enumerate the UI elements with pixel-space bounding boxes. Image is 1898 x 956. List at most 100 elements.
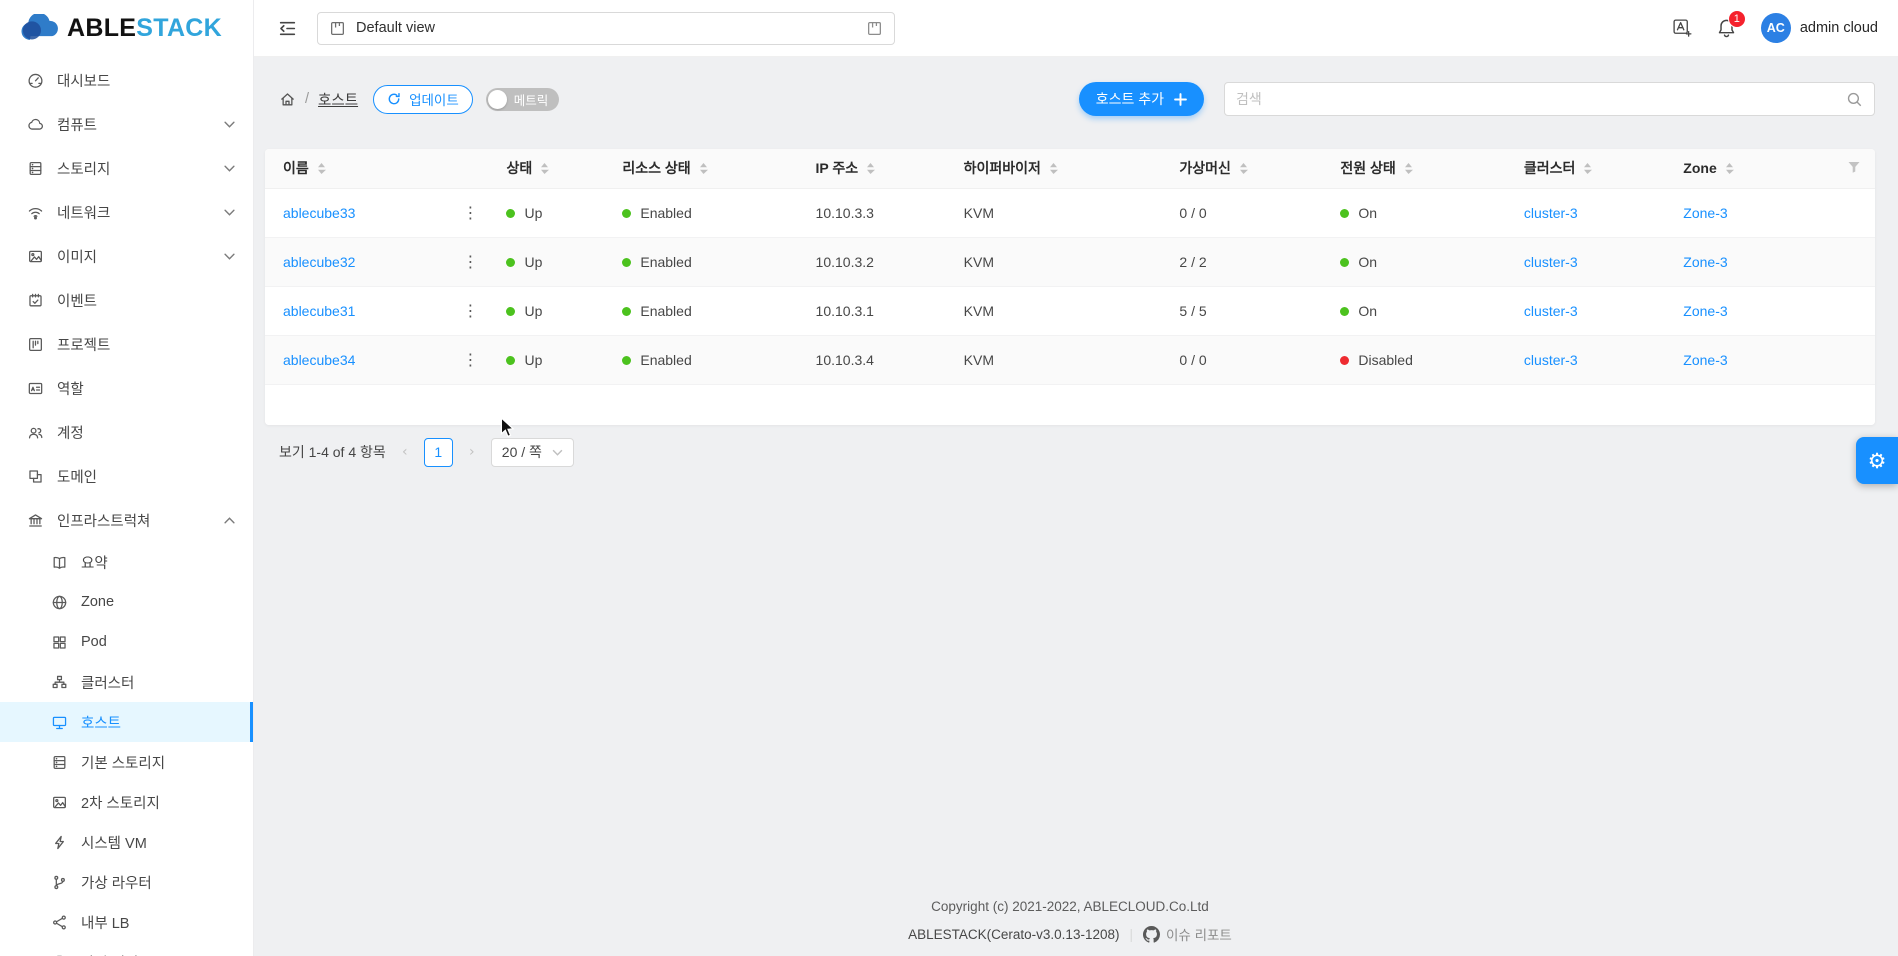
- topbar: Default view: [254, 0, 1898, 57]
- sidebar-item-secondary-storage[interactable]: 2차 스토리지: [0, 782, 253, 822]
- column-header-zone[interactable]: Zone: [1675, 149, 1836, 188]
- settings-gear-button[interactable]: ⚙: [1856, 437, 1898, 484]
- sidebar-item-host[interactable]: 호스트: [0, 702, 253, 742]
- sidebar-item-label: Zone: [81, 594, 235, 610]
- sidebar-item-label: 관리 서버: [81, 952, 235, 956]
- sidebar-item-primary-storage[interactable]: 기본 스토리지: [0, 742, 253, 782]
- sidebar-item-label: 인프라스트럭쳐: [57, 510, 211, 531]
- search-input[interactable]: [1236, 91, 1838, 107]
- sidebar-item-internal-lb[interactable]: 내부 LB: [0, 902, 253, 942]
- column-header-power-state[interactable]: 전원 상태: [1332, 149, 1516, 188]
- cluster-link[interactable]: cluster-3: [1524, 254, 1578, 270]
- sidebar-item-cluster[interactable]: 클러스터: [0, 662, 253, 702]
- share-icon: [50, 914, 68, 931]
- cluster-link[interactable]: cluster-3: [1524, 205, 1578, 221]
- metric-toggle[interactable]: 메트릭: [486, 88, 560, 111]
- sidebar-item-domains[interactable]: 도메인: [0, 454, 253, 498]
- row-actions-button[interactable]: ⋮: [456, 301, 490, 320]
- column-header-instances[interactable]: 가상머신: [1171, 149, 1332, 188]
- view-selector-value: Default view: [356, 20, 435, 36]
- prev-page-button[interactable]: ‹: [396, 444, 414, 460]
- host-name-link[interactable]: ablecube31: [283, 303, 355, 319]
- instances-cell: 2 / 2: [1171, 237, 1332, 286]
- user-menu[interactable]: AC admin cloud: [1761, 13, 1878, 43]
- sidebar-item-label: 계정: [57, 422, 235, 443]
- row-actions-button[interactable]: ⋮: [456, 203, 490, 222]
- sidebar-item-network[interactable]: 네트워크: [0, 190, 253, 234]
- sidebar-item-storage[interactable]: 스토리지: [0, 146, 253, 190]
- notification-badge: 1: [1728, 10, 1746, 28]
- column-header-state[interactable]: 상태: [498, 149, 614, 188]
- sidebar-item-system-vm[interactable]: 시스템 VM: [0, 822, 253, 862]
- sidebar-item-pod[interactable]: Pod: [0, 622, 253, 662]
- main-area: Default view: [254, 0, 1898, 956]
- sidebar-item-events[interactable]: 이벤트: [0, 278, 253, 322]
- sort-icon: [540, 162, 549, 175]
- ip-cell: 10.10.3.2: [808, 237, 956, 286]
- column-filter-button[interactable]: [1836, 149, 1875, 188]
- thunderbolt-icon: [50, 834, 68, 851]
- status-dot: [1340, 356, 1349, 365]
- zone-link[interactable]: Zone-3: [1683, 352, 1727, 368]
- sidebar-item-accounts[interactable]: 계정: [0, 410, 253, 454]
- add-host-button[interactable]: 호스트 추가: [1079, 82, 1204, 116]
- status-dot: [506, 307, 515, 316]
- next-page-button[interactable]: ›: [463, 444, 481, 460]
- row-actions-button[interactable]: ⋮: [456, 252, 490, 271]
- column-header-cluster[interactable]: 클러스터: [1516, 149, 1675, 188]
- host-name-link[interactable]: ablecube33: [283, 205, 355, 221]
- table-row: ablecube34⋮UpEnabled10.10.3.4KVM0 / 0Dis…: [265, 335, 1875, 384]
- sidebar-item-compute[interactable]: 컴퓨트: [0, 102, 253, 146]
- calendar-icon: [26, 292, 44, 309]
- cluster-link[interactable]: cluster-3: [1524, 303, 1578, 319]
- sort-icon: [1404, 162, 1413, 175]
- wifi-icon: [26, 204, 44, 221]
- sidebar-item-label: 가상 라우터: [81, 872, 235, 893]
- cluster-link[interactable]: cluster-3: [1524, 352, 1578, 368]
- update-button[interactable]: 업데이트: [373, 85, 473, 114]
- zone-link[interactable]: Zone-3: [1683, 254, 1727, 270]
- zone-link[interactable]: Zone-3: [1683, 205, 1727, 221]
- power-state-cell: On: [1332, 188, 1516, 237]
- column-header-resource-state[interactable]: 리소스 상태: [614, 149, 807, 188]
- column-header-hypervisor[interactable]: 하이퍼바이저: [956, 149, 1172, 188]
- ablestack-logo[interactable]: ABLESTACK: [0, 0, 253, 56]
- page-size-select[interactable]: 20 / 쪽: [491, 438, 574, 467]
- menu-fold-icon[interactable]: [278, 19, 297, 38]
- home-icon[interactable]: [279, 91, 296, 108]
- chevron-down-icon: [224, 165, 235, 172]
- sidebar: ABLESTACK 대시보드컴퓨트스토리지네트워크이미지이벤트프로젝트역할계정도…: [0, 0, 254, 956]
- sidebar-item-projects[interactable]: 프로젝트: [0, 322, 253, 366]
- sort-icon: [699, 162, 708, 175]
- column-header-ip-address[interactable]: IP 주소: [808, 149, 956, 188]
- table-row: ablecube32⋮UpEnabled10.10.3.2KVM2 / 2Onc…: [265, 237, 1875, 286]
- ip-cell: 10.10.3.3: [808, 188, 956, 237]
- sidebar-item-summary[interactable]: 요약: [0, 542, 253, 582]
- sidebar-item-label: 스토리지: [57, 158, 211, 179]
- sidebar-item-label: 컴퓨트: [57, 114, 211, 135]
- resource-state-cell: Enabled: [614, 286, 807, 335]
- sidebar-item-management-server[interactable]: 관리 서버: [0, 942, 253, 956]
- host-name-link[interactable]: ablecube34: [283, 352, 355, 368]
- sidebar-item-images[interactable]: 이미지: [0, 234, 253, 278]
- column-header-name[interactable]: 이름: [265, 149, 498, 188]
- sort-icon: [317, 162, 326, 175]
- zone-link[interactable]: Zone-3: [1683, 303, 1727, 319]
- table-row: ablecube31⋮UpEnabled10.10.3.1KVM5 / 5Onc…: [265, 286, 1875, 335]
- status-dot: [1340, 209, 1349, 218]
- row-actions-button[interactable]: ⋮: [456, 350, 490, 369]
- page-number-button[interactable]: 1: [424, 438, 453, 467]
- issue-report-link[interactable]: 이슈 리포트: [1143, 924, 1232, 944]
- sidebar-item-roles[interactable]: 역할: [0, 366, 253, 410]
- sidebar-item-label: 시스템 VM: [81, 832, 235, 853]
- view-selector[interactable]: Default view: [317, 12, 895, 45]
- sidebar-item-dashboard[interactable]: 대시보드: [0, 58, 253, 102]
- host-name-link[interactable]: ablecube32: [283, 254, 355, 270]
- breadcrumb-current[interactable]: 호스트: [318, 89, 358, 110]
- sidebar-item-infrastructure[interactable]: 인프라스트럭쳐: [0, 498, 253, 542]
- sort-icon: [866, 162, 875, 175]
- sidebar-item-virtual-router[interactable]: 가상 라우터: [0, 862, 253, 902]
- search-icon[interactable]: [1846, 91, 1863, 108]
- sidebar-item-zone[interactable]: Zone: [0, 582, 253, 622]
- translate-icon[interactable]: [1672, 18, 1692, 38]
